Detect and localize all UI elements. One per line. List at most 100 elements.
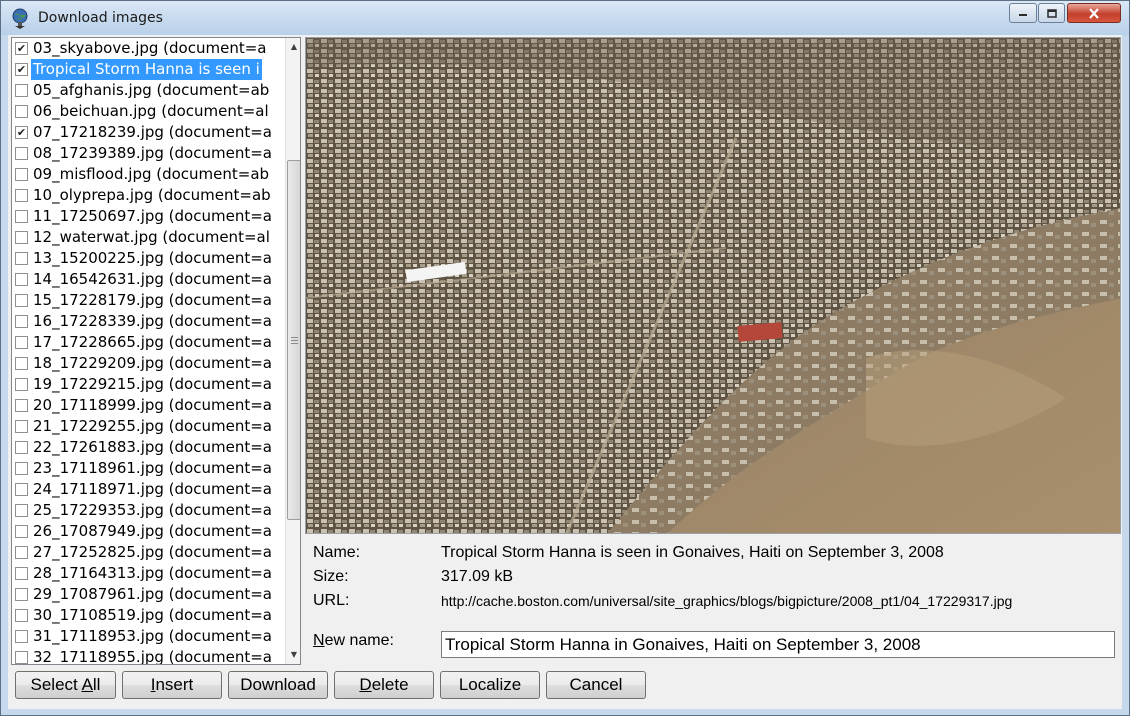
file-list-item[interactable]: 21_17229255.jpg (document=a xyxy=(12,416,284,437)
item-checkbox[interactable] xyxy=(15,336,28,349)
file-list-item[interactable]: 16_17228339.jpg (document=a xyxy=(12,311,284,332)
item-checkbox[interactable] xyxy=(15,231,28,244)
file-list-item[interactable]: 17_17228665.jpg (document=a xyxy=(12,332,284,353)
file-list-item[interactable]: ✔ 07_17218239.jpg (document=a xyxy=(12,122,284,143)
download-button[interactable]: Download xyxy=(228,671,328,699)
select-all-label-pre: Select xyxy=(30,675,82,694)
item-checkbox[interactable] xyxy=(15,273,28,286)
scroll-up-arrow-icon[interactable]: ▲ xyxy=(286,38,300,55)
insert-button[interactable]: Insert xyxy=(122,671,222,699)
item-checkbox[interactable] xyxy=(15,168,28,181)
file-list-item[interactable]: 12_waterwat.jpg (document=al xyxy=(12,227,284,248)
maximize-button[interactable] xyxy=(1038,3,1065,23)
file-list-item[interactable]: 22_17261883.jpg (document=a xyxy=(12,437,284,458)
item-checkbox[interactable] xyxy=(15,546,28,559)
file-list-item-label: 19_17229215.jpg (document=a xyxy=(33,375,272,393)
file-list-item[interactable]: 08_17239389.jpg (document=a xyxy=(12,143,284,164)
url-label: URL: xyxy=(313,592,350,609)
file-list-item[interactable]: 31_17118953.jpg (document=a xyxy=(12,626,284,647)
file-list-item[interactable]: 20_17118999.jpg (document=a xyxy=(12,395,284,416)
item-checkbox[interactable] xyxy=(15,630,28,643)
scrollbar-thumb[interactable] xyxy=(287,160,300,520)
file-list-item[interactable]: 13_15200225.jpg (document=a xyxy=(12,248,284,269)
file-list-item-label: 09_misflood.jpg (document=ab xyxy=(33,165,270,183)
new-name-label-text: ew name: xyxy=(324,632,394,649)
file-list-item[interactable]: 18_17229209.jpg (document=a xyxy=(12,353,284,374)
item-checkbox[interactable] xyxy=(15,441,28,454)
minimize-button[interactable] xyxy=(1009,3,1037,23)
item-checkbox[interactable] xyxy=(15,462,28,475)
file-list-item[interactable]: 32_17118955.jpg (document=a xyxy=(12,647,284,665)
item-checkbox[interactable] xyxy=(15,252,28,265)
file-list-item-label: 32_17118955.jpg (document=a xyxy=(33,648,272,665)
item-checkbox[interactable]: ✔ xyxy=(15,63,28,76)
file-list-item-selected[interactable]: ✔ Tropical Storm Hanna is seen i xyxy=(12,59,284,80)
file-list-item[interactable]: 29_17087961.jpg (document=a xyxy=(12,584,284,605)
file-list-item[interactable]: 24_17118971.jpg (document=a xyxy=(12,479,284,500)
file-list-item[interactable]: 19_17229215.jpg (document=a xyxy=(12,374,284,395)
url-value: http://cache.boston.com/universal/site_g… xyxy=(441,593,1013,609)
file-list-item[interactable]: 26_17087949.jpg (document=a xyxy=(12,521,284,542)
size-label: Size: xyxy=(313,568,349,585)
item-checkbox[interactable] xyxy=(15,567,28,580)
delete-accelerator: D xyxy=(359,675,372,694)
cancel-button[interactable]: Cancel xyxy=(546,671,646,699)
item-checkbox[interactable] xyxy=(15,504,28,517)
file-list-item[interactable]: ✔ 03_skyabove.jpg (document=a xyxy=(12,38,284,59)
file-list-item-label: 30_17108519.jpg (document=a xyxy=(33,606,272,624)
file-list-item-label: 06_beichuan.jpg (document=al xyxy=(33,102,269,120)
image-file-list[interactable]: ✔ 03_skyabove.jpg (document=a ✔ Tropical St… xyxy=(11,37,301,665)
item-checkbox[interactable] xyxy=(15,147,28,160)
file-list-item[interactable]: 09_misflood.jpg (document=ab xyxy=(12,164,284,185)
item-checkbox[interactable]: ✔ xyxy=(15,126,28,139)
item-checkbox[interactable] xyxy=(15,315,28,328)
file-list-item[interactable]: 27_17252825.jpg (document=a xyxy=(12,542,284,563)
item-checkbox[interactable] xyxy=(15,483,28,496)
window-title: Download images xyxy=(38,10,163,26)
delete-label: Delete xyxy=(359,675,408,695)
item-checkbox[interactable] xyxy=(15,357,28,370)
file-list-item-label: 11_17250697.jpg (document=a xyxy=(33,207,272,225)
file-list-item[interactable]: 28_17164313.jpg (document=a xyxy=(12,563,284,584)
item-checkbox[interactable] xyxy=(15,525,28,538)
file-list-item[interactable]: 05_afghanis.jpg (document=ab xyxy=(12,80,284,101)
file-list-item[interactable]: 10_olyprepa.jpg (document=ab xyxy=(12,185,284,206)
item-checkbox[interactable] xyxy=(15,294,28,307)
item-checkbox[interactable]: ✔ xyxy=(15,42,28,55)
select-all-accelerator: A xyxy=(81,675,93,694)
item-checkbox[interactable] xyxy=(15,378,28,391)
item-checkbox[interactable] xyxy=(15,588,28,601)
item-checkbox[interactable] xyxy=(15,84,28,97)
size-value: 317.09 kB xyxy=(441,568,514,585)
name-value: Tropical Storm Hanna is seen in Gonaives… xyxy=(441,544,944,561)
title-bar[interactable]: Download images xyxy=(1,1,1129,35)
select-all-button[interactable]: Select All xyxy=(15,671,116,699)
new-name-label: New name: xyxy=(313,632,394,650)
maximize-icon xyxy=(1046,8,1057,18)
close-button[interactable] xyxy=(1067,3,1121,23)
list-scrollbar[interactable]: ▲ ▼ xyxy=(285,38,300,664)
file-list-item[interactable]: 14_16542631.jpg (document=a xyxy=(12,269,284,290)
file-list-item[interactable]: 30_17108519.jpg (document=a xyxy=(12,605,284,626)
file-list-item[interactable]: 23_17118961.jpg (document=a xyxy=(12,458,284,479)
file-list-item-label: 08_17239389.jpg (document=a xyxy=(33,144,272,162)
localize-button[interactable]: Localize xyxy=(440,671,540,699)
file-list-item-label: 24_17118971.jpg (document=a xyxy=(33,480,272,498)
item-checkbox[interactable] xyxy=(15,651,28,664)
file-list-item[interactable]: 25_17229353.jpg (document=a xyxy=(12,500,284,521)
item-checkbox[interactable] xyxy=(15,399,28,412)
item-checkbox[interactable] xyxy=(15,210,28,223)
delete-button[interactable]: Delete xyxy=(334,671,434,699)
item-checkbox[interactable] xyxy=(15,609,28,622)
file-list-item[interactable]: 15_17228179.jpg (document=a xyxy=(12,290,284,311)
scroll-down-arrow-icon[interactable]: ▼ xyxy=(286,646,300,663)
file-list-item-label: 10_olyprepa.jpg (document=ab xyxy=(33,186,271,204)
item-checkbox[interactable] xyxy=(15,105,28,118)
file-list-item-label: 12_waterwat.jpg (document=al xyxy=(33,228,270,246)
name-label: Name: xyxy=(313,544,361,561)
item-checkbox[interactable] xyxy=(15,420,28,433)
item-checkbox[interactable] xyxy=(15,189,28,202)
file-list-item[interactable]: 11_17250697.jpg (document=a xyxy=(12,206,284,227)
new-name-input[interactable]: Tropical Storm Hanna in Gonaives, Haiti … xyxy=(441,631,1115,658)
file-list-item[interactable]: 06_beichuan.jpg (document=al xyxy=(12,101,284,122)
